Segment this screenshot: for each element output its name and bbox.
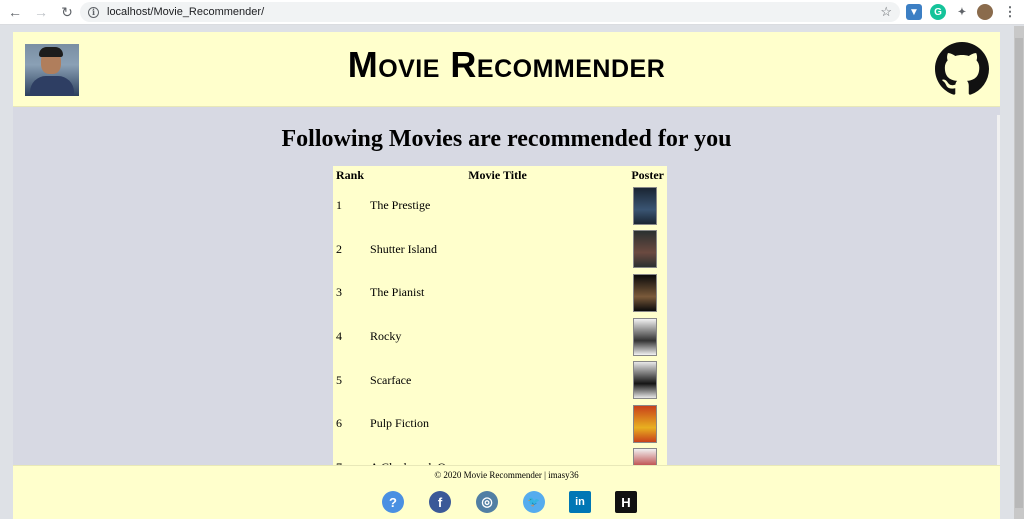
facebook-icon[interactable]: f [429, 491, 451, 513]
table-header-row: Rank Movie Title Poster [333, 166, 667, 184]
movie-title: Shutter Island [370, 241, 438, 256]
movie-rank: 2 [336, 241, 342, 256]
hackerrank-icon[interactable]: H [615, 491, 637, 513]
movie-rank: 6 [336, 416, 342, 431]
movie-title: Pulp Fiction [370, 416, 430, 431]
site-header: Movie Recommender [13, 32, 1000, 107]
movie-rank: 4 [336, 329, 342, 344]
copyright-text: © 2020 Movie Recommender | imasy36 [434, 470, 579, 480]
movie-poster-cell [628, 228, 667, 272]
linkedin-icon[interactable]: in [569, 491, 591, 513]
twitter-icon[interactable]: 🐦 [523, 491, 545, 513]
movie-poster[interactable] [633, 448, 657, 466]
site-title: Movie Recommender [347, 44, 666, 85]
movie-rank: 1 [336, 198, 342, 213]
table-row: 3 The Pianist [333, 271, 667, 315]
grammarly-extension-icon[interactable]: G [930, 4, 946, 20]
browser-toolbar: ← → ↻ i localhost/Movie_Recommender/ ☆ ▼… [0, 0, 1024, 25]
recommendation-table: Rank Movie Title Poster 1 The Prestige 2 Sh… [333, 166, 667, 466]
movie-poster-cell [628, 315, 667, 359]
scroll-up-arrow-icon[interactable]: ▲ [997, 115, 1000, 127]
movie-rank: 5 [336, 372, 342, 387]
movie-poster[interactable] [633, 186, 657, 225]
site-footer: © 2020 Movie Recommender | imasy36 ? f ◎ 🐦 i… [13, 465, 1000, 519]
github-icon[interactable] [935, 42, 989, 96]
instagram-icon[interactable]: ◎ [476, 491, 498, 513]
recommendation-table-container: Rank Movie Title Poster 1 The Prestige 2 Sh… [333, 166, 667, 466]
column-header-title: Movie Title [468, 167, 527, 182]
url-text[interactable]: localhost/Movie_Recommender/ [107, 6, 264, 18]
movie-rank: 3 [336, 285, 342, 300]
movie-title: The Prestige [370, 198, 431, 213]
back-arrow-icon[interactable]: ← [4, 1, 26, 23]
help-icon[interactable]: ? [382, 491, 404, 513]
movie-poster-cell [628, 271, 667, 315]
movie-poster[interactable] [633, 230, 657, 269]
column-header-rank: Rank [336, 167, 365, 182]
outer-scrollbar[interactable] [1014, 26, 1024, 519]
movie-rank: 7 [333, 446, 367, 466]
info-icon[interactable]: i [88, 6, 99, 18]
movie-title: A Clockwork Orange [367, 446, 628, 466]
movie-poster[interactable] [633, 317, 657, 356]
movie-poster-cell [628, 358, 667, 402]
movie-poster-cell [628, 184, 667, 228]
address-bar[interactable]: i localhost/Movie_Recommender/ ☆ [80, 2, 900, 22]
bookmark-star-icon[interactable]: ☆ [880, 4, 892, 20]
table-row: 1 The Prestige [333, 184, 667, 228]
outer-scroll-thumb[interactable] [1015, 38, 1023, 508]
browser-viewport: Movie Recommender Following Movies are r… [0, 26, 1024, 519]
movie-poster-cell [628, 446, 667, 466]
page-scrollbar[interactable]: ▲ ▼ [997, 115, 1000, 465]
table-row: 2 Shutter Island [333, 228, 667, 272]
table-row: 4 Rocky [333, 315, 667, 359]
table-row: 5 Scarface [333, 358, 667, 402]
profile-avatar-icon[interactable] [977, 4, 993, 20]
recommendation-heading: Following Movies are recommended for you [281, 126, 732, 152]
movie-poster[interactable] [633, 273, 657, 312]
reload-icon[interactable]: ↻ [56, 1, 78, 23]
menu-dots-icon[interactable]: ⋮ [1002, 4, 1018, 20]
movie-poster[interactable] [633, 404, 657, 443]
save-extension-icon[interactable]: ▼ [906, 4, 922, 20]
puzzle-extensions-icon[interactable]: ✦ [954, 4, 970, 20]
page-body: Movie Recommender Following Movies are r… [13, 32, 1000, 519]
scroll-down-arrow-icon[interactable]: ▼ [997, 453, 1000, 465]
movie-title: The Pianist [370, 285, 425, 300]
movie-title: Rocky [370, 329, 402, 344]
column-header-poster: Poster [631, 167, 664, 182]
forward-arrow-icon[interactable]: → [30, 1, 52, 23]
movie-poster[interactable] [633, 361, 657, 400]
movie-poster-cell [628, 402, 667, 446]
table-row: 6 Pulp Fiction [333, 402, 667, 446]
table-row: 7A Clockwork Orange [333, 446, 667, 466]
movie-title: Scarface [370, 372, 412, 387]
